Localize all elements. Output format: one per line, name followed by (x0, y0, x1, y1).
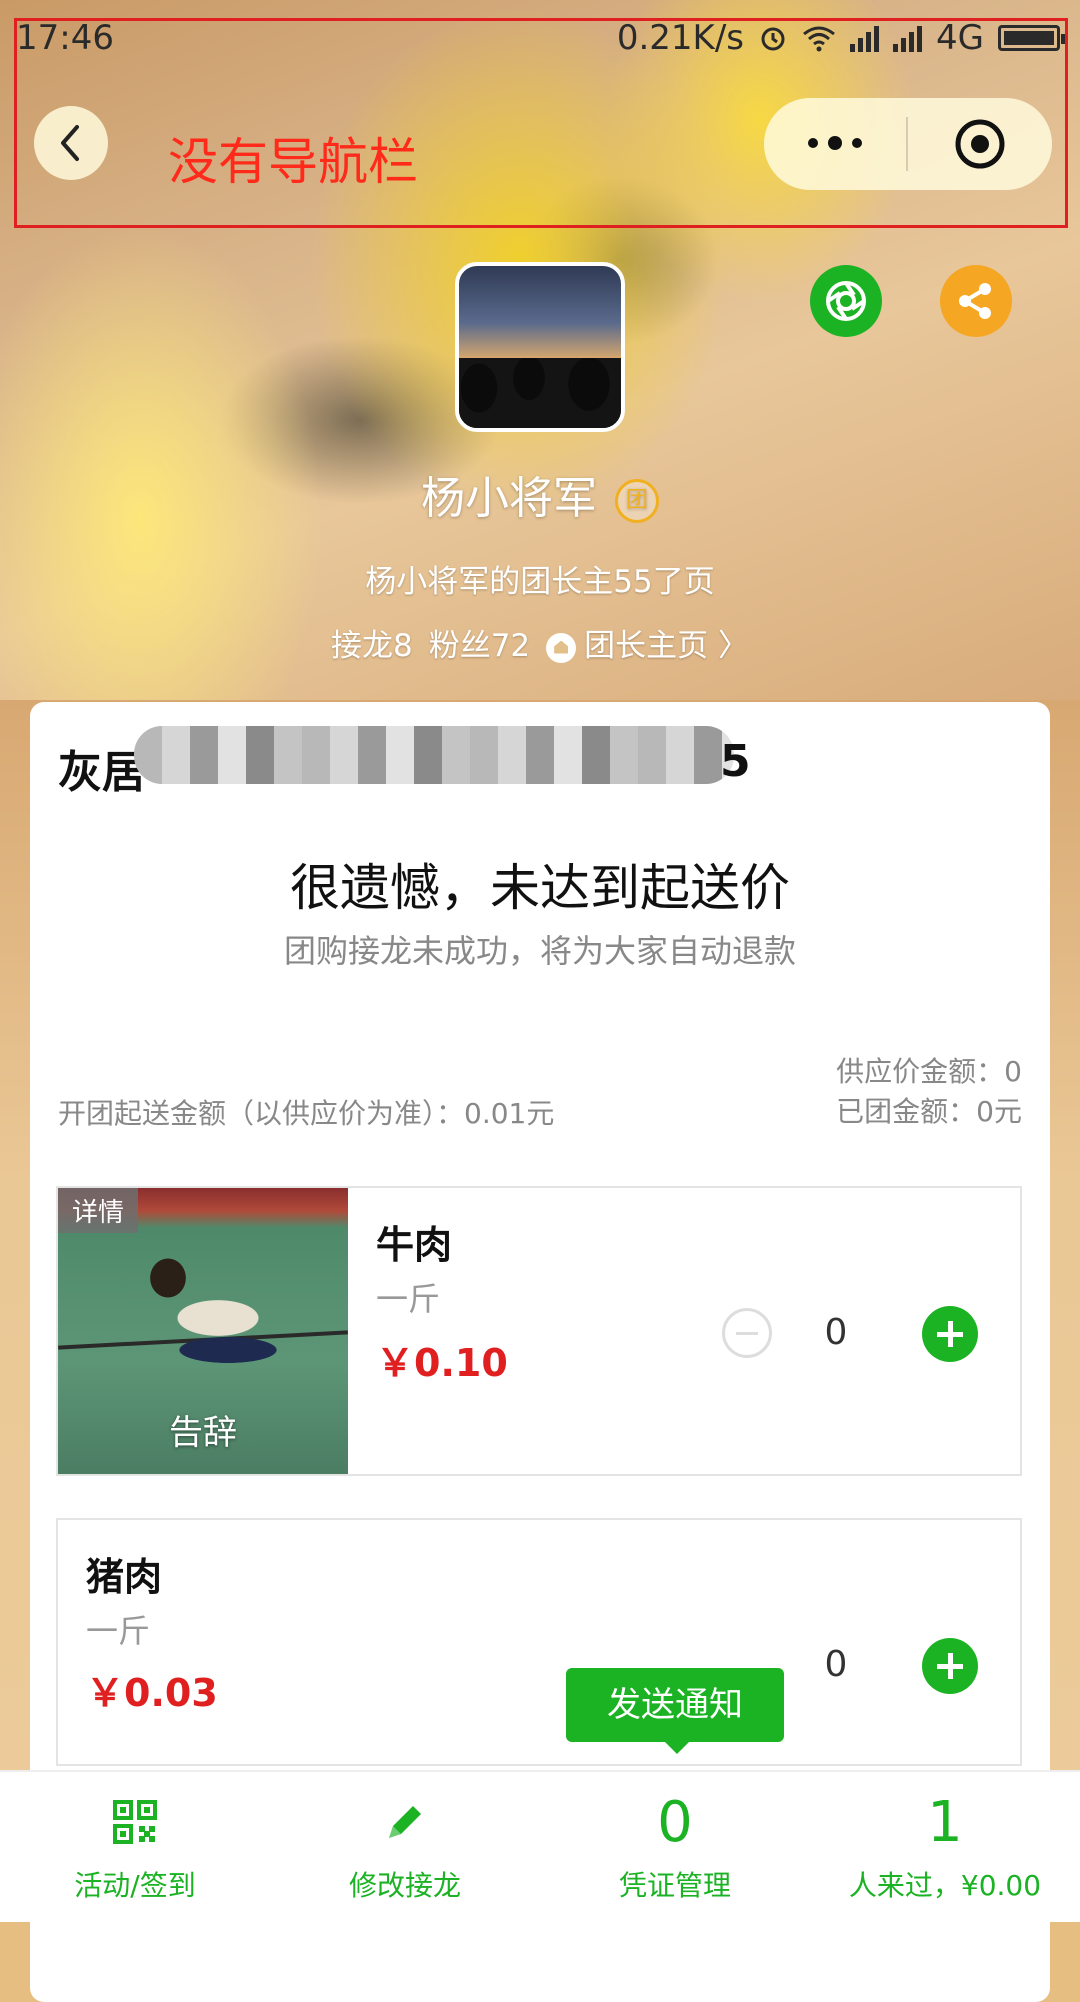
grouped-amount: 已团金额：0元 (836, 1095, 1022, 1128)
share-icon (959, 283, 991, 319)
increase-button[interactable] (922, 1638, 978, 1694)
detail-tag[interactable]: 详情 (58, 1188, 139, 1233)
tab-label: 活动/签到 (74, 1869, 196, 1902)
min-amount: 开团起送金额（以供应价为准）：0.01元 (58, 1097, 555, 1130)
share-button[interactable] (940, 265, 1012, 337)
product-price: ￥0.10 (376, 1341, 508, 1385)
tab-label: 凭证管理 (618, 1869, 731, 1902)
chevron-left-icon (61, 125, 79, 161)
quantity-value: 0 (824, 1644, 848, 1685)
profile-name: 杨小将军 (421, 473, 597, 524)
product-unit: 一斤 (86, 1612, 151, 1650)
tab-voucher-manage[interactable]: 0 凭证管理 (540, 1772, 810, 1922)
send-notification-button[interactable]: 发送通知 (566, 1668, 784, 1754)
amount-summary: 供应价金额：0 已团金额：0元 (836, 1052, 1022, 1132)
tab-activity-checkin[interactable]: 活动/签到 (0, 1772, 270, 1922)
profile-description: 杨小将军的团长主55了页 (365, 564, 715, 600)
tab-label: 修改接龙 (348, 1869, 461, 1902)
fail-title: 很遗憾，未达到起送价 (290, 859, 790, 917)
tab-edit-relay[interactable]: 修改接龙 (270, 1772, 540, 1922)
profile-name-row: 杨小将军团 (0, 462, 1080, 526)
home-icon (546, 632, 577, 663)
leader-badge-icon: 团 (615, 479, 659, 523)
product-name: 猪肉 (86, 1555, 163, 1599)
avatar[interactable] (455, 262, 625, 432)
visitor-count: 1 (927, 1790, 963, 1855)
quantity-value: 0 (824, 1312, 848, 1353)
aperture-button[interactable] (810, 265, 882, 337)
fans-count: 粉丝72 (428, 628, 531, 664)
product-unit: 一斤 (376, 1280, 441, 1318)
relay-count: 接龙8 (330, 628, 413, 664)
profile-stats: 接龙8 粉丝72 团长主页 〉 (0, 620, 1080, 665)
pencil-icon (389, 1806, 421, 1838)
close-button[interactable] (908, 117, 1052, 171)
decrease-button[interactable] (722, 1308, 772, 1358)
product-thumbnail[interactable]: 详情 告辞 (58, 1188, 348, 1474)
card-title-start: 灰居 (58, 747, 146, 798)
target-icon (955, 119, 1005, 169)
tab-visitors[interactable]: 1 人来过，¥0.00 (810, 1772, 1080, 1922)
mini-program-capsule (764, 98, 1052, 190)
bottom-tabbar: 活动/签到 修改接龙 0 凭证管理 1 人来过，¥0.00 (0, 1770, 1080, 1922)
product-price: ￥0.03 (86, 1671, 218, 1715)
back-button[interactable] (34, 106, 108, 180)
thumbnail-caption: 告辞 (169, 1413, 237, 1453)
aperture-icon (826, 281, 866, 321)
product-item[interactable]: 猪肉 一斤 ￥0.03 0 (56, 1518, 1022, 1766)
leader-home-link[interactable]: 团长主页 〉 (584, 628, 749, 664)
card-title-end: 5 (720, 736, 751, 787)
annotation-label: 没有导航栏 (168, 133, 418, 191)
increase-button[interactable] (922, 1306, 978, 1362)
voucher-count: 0 (657, 1790, 693, 1855)
fail-subtitle: 团购接龙未成功，将为大家自动退款 (283, 932, 796, 970)
supply-amount: 供应价金额：0 (836, 1055, 1022, 1088)
pixelated-title-mosaic (134, 726, 734, 784)
product-name: 牛肉 (376, 1223, 453, 1267)
tab-label: 人来过，¥0.00 (848, 1869, 1042, 1902)
more-button[interactable] (764, 136, 906, 150)
product-item[interactable]: 详情 告辞 牛肉 一斤 ￥0.10 0 (56, 1186, 1022, 1476)
qr-code-icon (113, 1800, 157, 1844)
